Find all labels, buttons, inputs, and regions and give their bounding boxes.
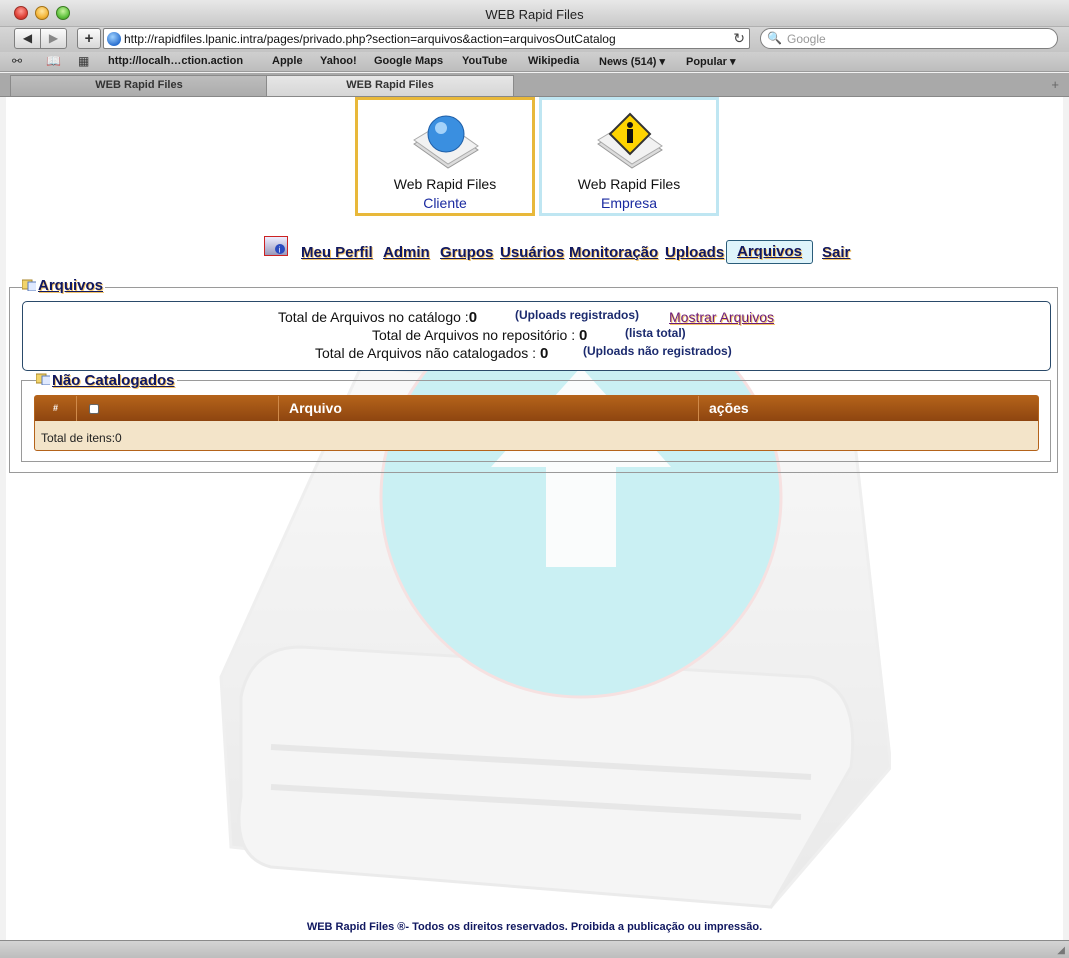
- globe-document-icon: [413, 115, 479, 169]
- forward-button[interactable]: ▶: [40, 28, 67, 49]
- search-placeholder[interactable]: Google: [787, 32, 826, 46]
- repository-total-row: Total de Arquivos no repositório : 0: [372, 327, 587, 344]
- menu-uploads[interactable]: Uploads: [665, 244, 724, 261]
- url-text[interactable]: http://rapidfiles.lpanic.intra/pages/pri…: [124, 32, 616, 46]
- arquivos-legend[interactable]: Arquivos: [36, 277, 106, 294]
- bookmark-item[interactable]: YouTube: [462, 55, 507, 67]
- page-footer: WEB Rapid Files ®- Todos os direitos res…: [306, 921, 763, 933]
- menu-grupos[interactable]: Grupos: [440, 244, 493, 261]
- title-bar: WEB Rapid Files: [0, 0, 1069, 27]
- empresa-logo-title: Web Rapid Files: [577, 176, 681, 192]
- bookmark-item[interactable]: Google Maps: [374, 55, 443, 67]
- menu-admin[interactable]: Admin: [383, 244, 430, 261]
- warning-person-document-icon: [597, 112, 663, 169]
- total-items-label: Total de itens:0: [41, 431, 122, 445]
- bookmarks-bar: ⚯ 📖 ▦ http://localh…ction.action Apple Y…: [0, 52, 1069, 72]
- globe-icon: [107, 32, 121, 46]
- window-title: WEB Rapid Files: [485, 7, 584, 22]
- menu-arquivos-active[interactable]: Arquivos: [726, 240, 814, 264]
- column-header-acoes: ações: [709, 400, 749, 416]
- reload-icon[interactable]: ↻: [733, 30, 745, 47]
- tab-web-rapid-files-active[interactable]: WEB Rapid Files: [266, 75, 514, 96]
- browser-window: WEB Rapid Files ◀ ▶ + http://rapidfiles.…: [0, 0, 1069, 958]
- repository-total-note: (lista total): [625, 326, 686, 340]
- new-tab-button[interactable]: +: [1051, 77, 1059, 92]
- svg-text:i: i: [279, 246, 281, 255]
- status-bar: ◢: [0, 940, 1069, 958]
- cliente-logo-subtitle: Cliente: [423, 195, 467, 211]
- web-page: Web Rapid Files Cliente Web Rapid Files …: [6, 97, 1063, 940]
- uncatalogued-total-value: 0: [539, 345, 549, 362]
- table-header: # Arquivo ações: [35, 396, 1038, 421]
- empresa-logo-subtitle: Empresa: [600, 195, 658, 211]
- back-button[interactable]: ◀: [14, 28, 41, 49]
- catalog-total-value: 0: [468, 309, 478, 326]
- repository-total-value: 0: [579, 327, 588, 344]
- info-icon[interactable]: i: [264, 236, 288, 256]
- nao-catalogados-table: # Arquivo ações Total de itens:0: [34, 395, 1039, 451]
- tab-bar: WEB Rapid Files WEB Rapid Files +: [0, 73, 1069, 97]
- column-header-arquivo: Arquivo: [279, 396, 699, 421]
- add-bookmark-button[interactable]: +: [77, 28, 101, 49]
- column-header-number: #: [35, 396, 77, 421]
- catalog-total-note: (Uploads registrados): [515, 308, 640, 322]
- bookmark-item[interactable]: Popular ▾: [686, 55, 736, 68]
- menu-monitoracao[interactable]: Monitoração: [569, 244, 658, 261]
- select-all-checkbox[interactable]: [89, 404, 99, 414]
- nao-catalogados-legend[interactable]: Não Catalogados: [50, 372, 177, 389]
- cliente-logo-button[interactable]: Web Rapid Files Cliente: [355, 97, 535, 216]
- bookmark-item[interactable]: http://localh…ction.action: [108, 55, 243, 67]
- repository-total-label: Total de Arquivos no repositório :: [372, 327, 580, 343]
- resize-grip-icon[interactable]: ◢: [1057, 945, 1065, 956]
- tab-web-rapid-files[interactable]: WEB Rapid Files: [10, 75, 268, 96]
- address-bar[interactable]: http://rapidfiles.lpanic.intra/pages/pri…: [103, 28, 750, 49]
- search-field[interactable]: 🔍 Google: [760, 28, 1058, 49]
- bookmark-item[interactable]: Yahoo!: [320, 55, 357, 67]
- mostrar-arquivos-link[interactable]: Mostrar Arquivos: [669, 309, 774, 325]
- menu-usuarios[interactable]: Usuários: [500, 244, 564, 261]
- menu-sair[interactable]: Sair: [822, 244, 850, 261]
- search-icon: 🔍: [767, 31, 782, 45]
- top-sites-grid-icon[interactable]: ▦: [78, 54, 89, 68]
- uncatalogued-total-label: Total de Arquivos não catalogados :: [315, 345, 540, 361]
- uncatalogued-total-row: Total de Arquivos não catalogados : 0: [315, 345, 548, 362]
- bookmark-item[interactable]: News (514) ▾: [599, 55, 665, 68]
- bookmarks-book-icon[interactable]: 📖: [46, 54, 61, 68]
- catalog-total-label: Total de Arquivos no catálogo :: [278, 309, 469, 325]
- browser-toolbar: ◀ ▶ + http://rapidfiles.lpanic.intra/pag…: [0, 27, 1069, 52]
- catalog-total-row: Total de Arquivos no catálogo :0: [278, 309, 477, 326]
- bookmark-item[interactable]: Wikipedia: [528, 55, 579, 67]
- menu-meu-perfil[interactable]: Meu Perfil: [301, 244, 373, 261]
- reader-icon[interactable]: ⚯: [12, 54, 22, 68]
- column-header-select: [77, 396, 279, 421]
- empresa-logo-button[interactable]: Web Rapid Files Empresa: [539, 97, 719, 216]
- cliente-logo-title: Web Rapid Files: [393, 176, 497, 192]
- bookmark-item[interactable]: Apple: [272, 55, 303, 67]
- uncatalogued-total-note: (Uploads não registrados): [583, 344, 732, 358]
